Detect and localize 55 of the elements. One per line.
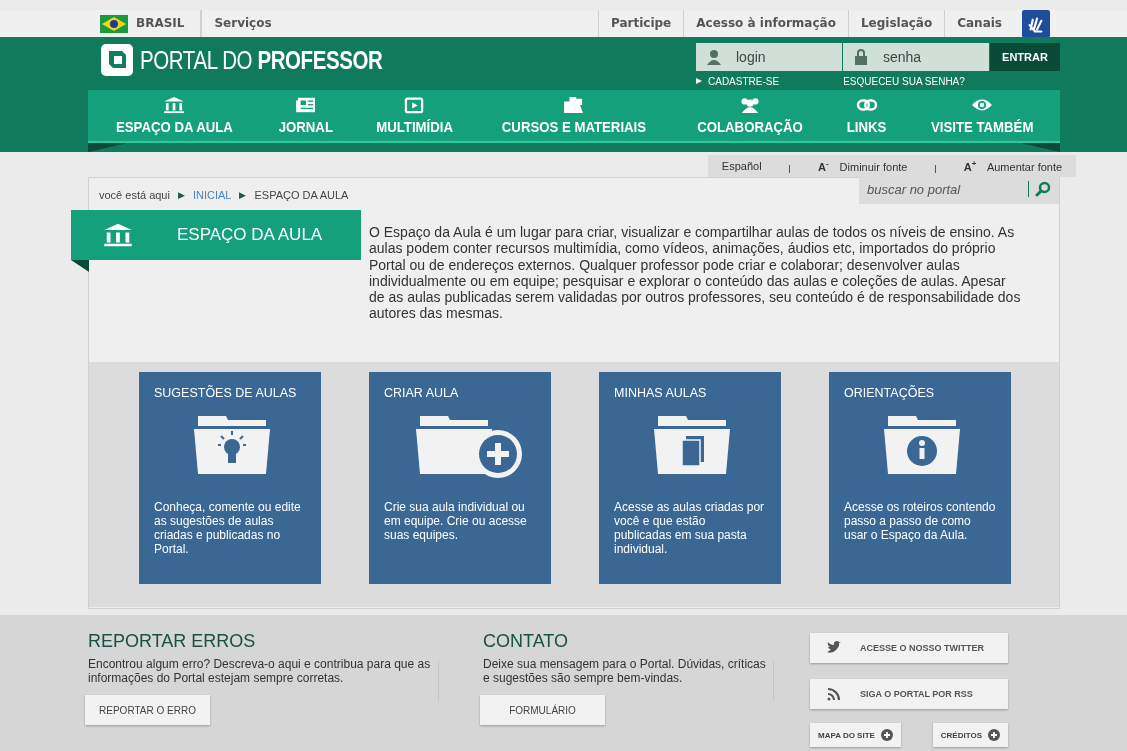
breadcrumb-link[interactable]: INICIAL	[192, 189, 232, 201]
nav-item[interactable]: JORNAL	[274, 90, 337, 141]
footer-heading: CONTATO	[483, 631, 569, 652]
newspaper-icon	[294, 96, 317, 114]
flag-icon	[100, 14, 128, 33]
section-description: O Espaço da Aula é um lugar para criar, visualizar e compartilhar aulas de todos os níveis de ensino. As aulas podem conter recursos multimídia, como vídeos, animações, áudios etc, importados do próprio Portal ou de endereços externos. Qualquer professor pode criar e colaborar; desenvolver aulas individualmente ou em equipe; pesquisar e explorar o conteúdo das aulas e coleções de aulas. Apesar de as aulas publicadas serem validadas por outros professores, seu conteúdo é de responsabilidade dos autores das mesmas.	[369, 224, 1022, 324]
feature-card[interactable]: CRIAR AULA Crie sua aula individual ou em equipe. Crie ou acesse suas equipes.	[369, 372, 551, 584]
triangle-icon	[696, 78, 702, 84]
feature-card[interactable]: MINHAS AULAS Acesse as aulas criadas por você e que estão publicadas em sua pasta individual.	[599, 372, 781, 584]
rss-icon	[826, 686, 842, 702]
increase-font-link[interactable]: A$^{+}$ Aumentar fonte	[963, 159, 1063, 173]
search-field[interactable]: buscar no portal	[859, 174, 1059, 204]
login-button[interactable]: ENTRAR	[990, 43, 1060, 71]
lock-icon	[853, 49, 869, 65]
nav-item[interactable]: COLABORAÇÃO	[690, 90, 811, 141]
social-button[interactable]: SIGA O PORTAL POR RSS	[810, 679, 1008, 709]
user-icon	[706, 49, 722, 65]
plus-icon	[880, 729, 893, 741]
breadcrumb-separator: ▶	[239, 190, 247, 200]
section-title: ESPAÇO DA AULA	[177, 225, 323, 245]
footer-text: Deixe sua mensagem para o Portal. Dúvidas, críticas e sugestões são sempre bem-vindas.	[483, 657, 767, 685]
search-icon[interactable]	[1035, 181, 1051, 197]
folders-icon	[563, 96, 586, 114]
nav-item[interactable]: MULTIMÍDIA	[370, 90, 458, 141]
current-page-label: ESPAÇO DA AULA	[254, 189, 349, 201]
login-field[interactable]: login	[696, 43, 842, 71]
contact-form-button[interactable]: FORMULÁRIO	[480, 695, 605, 725]
logo-icon	[100, 43, 134, 77]
footer-heading: REPORTAR ERROS	[88, 631, 257, 652]
decrease-font-link[interactable]: A$^{-}$ Diminuir fonte	[817, 159, 908, 173]
logo-text[interactable]: PORTAL DO PROFESSOR	[140, 45, 383, 75]
register-link[interactable]: CADASTRE-SE	[708, 75, 780, 87]
social-button[interactable]: ACESSE O NOSSO TWITTER	[810, 633, 1008, 663]
feature-card[interactable]: ORIENTAÇÕES Acesse os roteiros contendo passo a passo de como usar o Espaço da Aula.	[829, 372, 1011, 584]
footer-link-button[interactable]: MAPA DO SITE	[810, 723, 901, 747]
password-field[interactable]: senha	[843, 43, 989, 71]
nav-item[interactable]: ESPAÇO DA AULA	[108, 90, 241, 141]
people-icon	[739, 96, 762, 114]
breadcrumb-separator: ▶	[177, 190, 185, 200]
footer-link-button[interactable]: CRÉDITOS	[932, 723, 1008, 747]
feature-card[interactable]: SUGESTÕES DE AULAS Conheça, comente ou edite as sugestões de aulas criadas e publicadas no Portal.	[139, 372, 321, 584]
building-icon	[103, 222, 133, 248]
bird-icon	[826, 640, 842, 656]
chain-icon	[855, 96, 878, 114]
building-icon	[163, 96, 186, 114]
play-icon	[403, 96, 426, 114]
report-error-button[interactable]: REPORTAR O ERRO	[85, 695, 210, 725]
nav-item[interactable]: VISITE TAMBÉM	[923, 90, 1040, 141]
nav-item[interactable]: LINKS	[844, 90, 890, 141]
forgot-password-link[interactable]: ESQUECEU SUA SENHA?	[843, 75, 965, 87]
plus-icon	[988, 729, 1000, 741]
footer-text: Encontrou algum erro? Descreva-o aqui e contribua para que as informações do Portal estejam sempre corretas.	[88, 657, 432, 685]
nav-item[interactable]: CURSOS E MATERIAIS	[492, 90, 657, 141]
breadcrumb-label: você está aqui	[99, 189, 170, 201]
language-link[interactable]: Español	[721, 160, 762, 172]
